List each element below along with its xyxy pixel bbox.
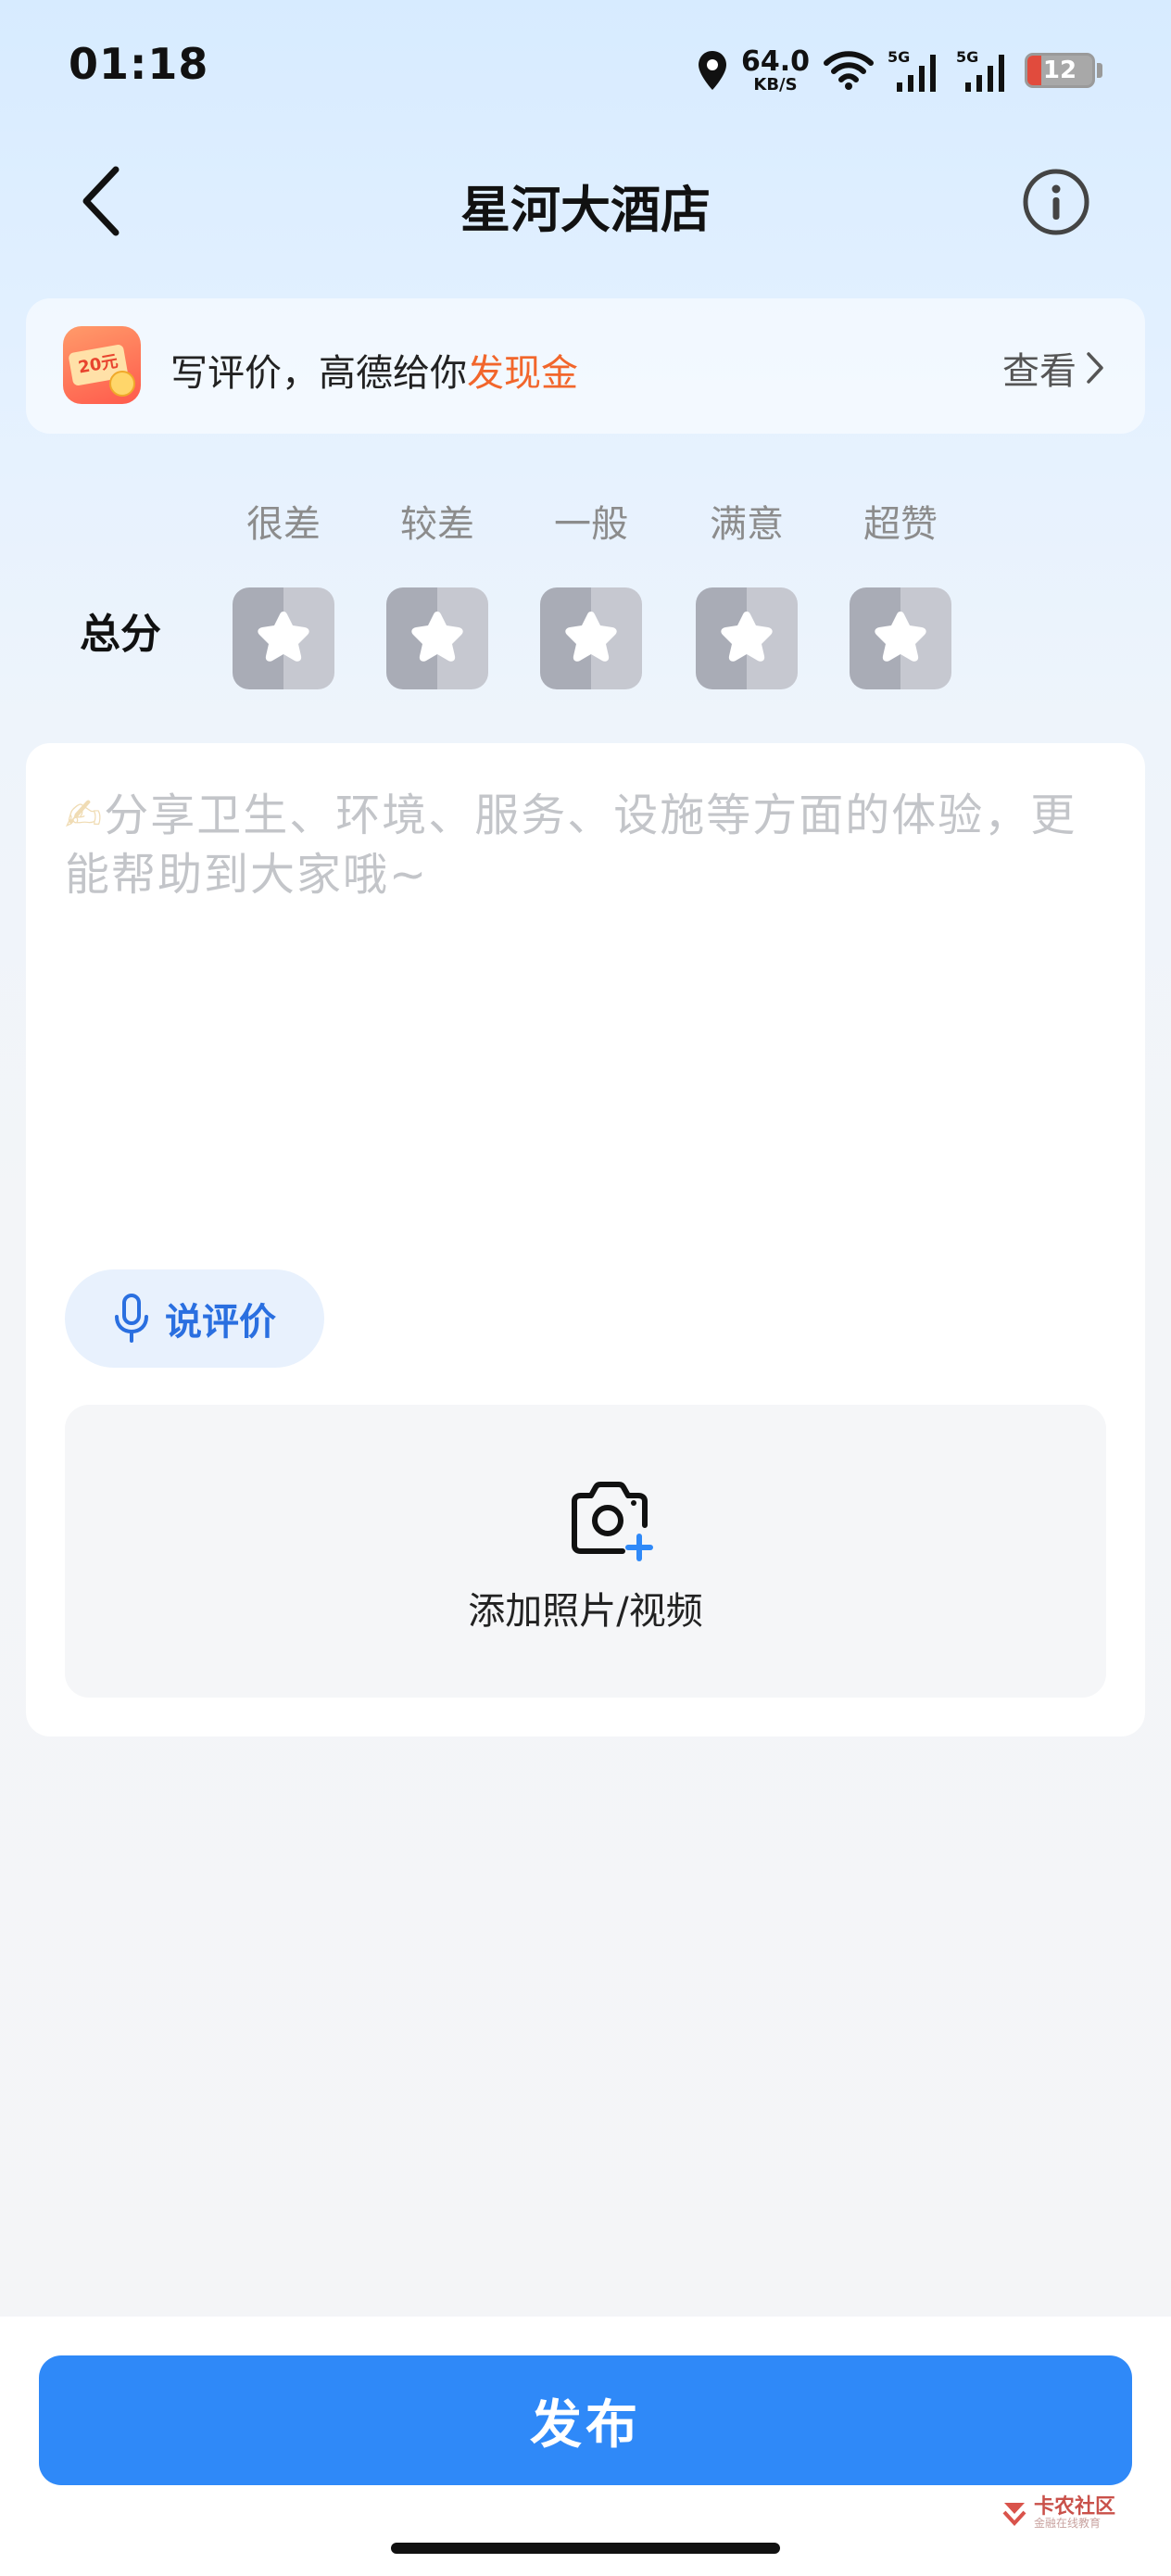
rating-star-1[interactable] [233,587,334,689]
review-card: ✍分享卫生、环境、服务、设施等方面的体验，更能帮助到大家哦~ 说评价 添加照片/… [26,743,1145,1736]
page-title: 星河大酒店 [460,181,711,239]
promo-link-label: 查看 [1002,350,1077,393]
battery-level: 12 [1042,57,1077,84]
review-text-input[interactable]: ✍分享卫生、环境、服务、设施等方面的体验，更能帮助到大家哦~ [65,786,1106,904]
signal-icon: 5G [888,48,936,92]
coin-icon [109,371,135,397]
rating-option-label: 满意 [710,503,784,546]
voice-review-label: 说评价 [165,1301,276,1344]
publish-button[interactable]: 发布 [39,2355,1132,2485]
star-icon [411,612,463,662]
review-placeholder: 分享卫生、环境、服务、设施等方面的体验，更能帮助到大家哦~ [65,789,1077,901]
red-packet-icon: 20元 [63,326,141,404]
rating-option-4[interactable]: 满意 [695,499,799,689]
camera-plus-icon [572,1482,653,1561]
status-icons: 64.0 KB/S 5G 5G 12 [697,43,1102,98]
promo-text: 写评价，高德给你发现金 [170,343,578,397]
watermark: 卡农社区 金融在线教育 [1001,2496,1115,2530]
watermark-title: 卡农社区 [1033,2495,1115,2519]
star-icon [721,612,773,662]
rating-star-3[interactable] [540,587,642,689]
rating-star-4[interactable] [696,587,798,689]
watermark-logo-icon [1002,2502,1026,2526]
wifi-icon [824,51,874,90]
rating-option-label: 一般 [554,503,628,546]
rating-star-5[interactable] [850,587,951,689]
promo-view-link[interactable]: 查看 [1002,341,1104,395]
status-time: 01:18 [69,39,209,89]
rating-option-label: 超赞 [863,503,938,546]
promo-text-prefix: 写评价，高德给你 [170,352,467,395]
battery-tip [1097,63,1102,78]
add-media-button[interactable]: 添加照片/视频 [65,1405,1106,1698]
add-media-label: 添加照片/视频 [468,1590,703,1633]
info-button[interactable] [1021,167,1091,237]
promo-banner[interactable]: 20元 写评价，高德给你发现金 查看 [26,298,1145,434]
status-bar: 01:18 64.0 KB/S 5G 5G 12 [0,0,1171,139]
rating-option-1[interactable]: 很差 [232,499,335,689]
bottom-bar: 发布 卡农社区 金融在线教育 [0,2317,1171,2576]
watermark-subtitle: 金融在线教育 [1033,2517,1101,2531]
net-speed-unit: KB/S [753,74,798,95]
promo-highlight: 发现金 [467,352,578,395]
rating-option-2[interactable]: 较差 [385,499,489,689]
rating-option-label: 较差 [400,503,474,546]
net-speed: 64.0 KB/S [740,44,810,95]
writing-hand-icon: ✍ [65,789,105,841]
chevron-right-icon [1087,352,1103,384]
microphone-icon [115,1294,148,1343]
star-icon [875,612,926,662]
net-speed-value: 64.0 [740,44,810,78]
signal-icon-2: 5G [956,48,1004,92]
network-label-2: 5G [956,48,978,66]
battery-icon: 12 [1025,53,1095,88]
star-icon [565,612,617,662]
rating-star-2[interactable] [386,587,488,689]
rating-option-label: 很差 [246,503,321,546]
watermark-text: 卡农社区 金融在线教育 [1034,2496,1115,2530]
info-icon [1023,169,1089,235]
network-label-1: 5G [888,48,910,66]
location-icon [698,51,726,90]
rating-label: 总分 [80,611,161,658]
rating-option-3[interactable]: 一般 [539,499,643,689]
voice-review-button[interactable]: 说评价 [65,1269,324,1368]
star-icon [258,612,309,662]
home-indicator[interactable] [391,2543,780,2554]
rating-option-5[interactable]: 超赞 [849,499,952,689]
